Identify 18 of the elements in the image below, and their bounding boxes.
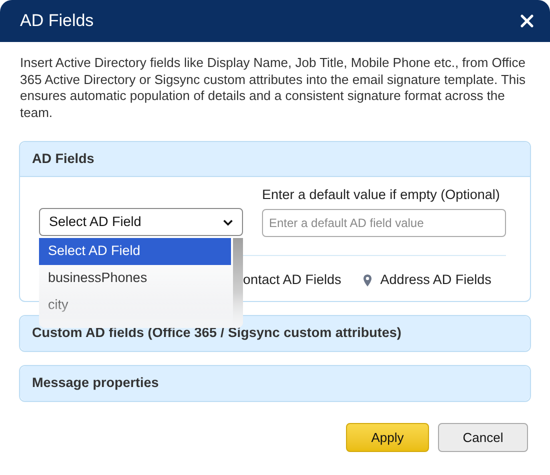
close-button[interactable]: [520, 14, 534, 28]
close-icon: [520, 14, 534, 28]
accordion-header[interactable]: Message properties: [20, 366, 530, 401]
fields-tab[interactable]: ontact AD Fields: [243, 270, 342, 290]
window-title: AD Fields: [20, 10, 94, 32]
dropdown-option[interactable]: city: [39, 292, 231, 319]
fields-tab[interactable]: Address AD Fields: [363, 270, 492, 290]
field-label: Enter a default value if empty (Optional): [262, 186, 500, 204]
chevron-down-icon: [223, 218, 233, 226]
description-text: Insert Active Directory fields like Display Name, Job Title, Mobile Phone etc., from Office 365 Active Directory or Sigsync custom attributes into the email signature template. This ensures automatic population of details and a consistent signature format across the team.: [19, 55, 527, 121]
cancel-button[interactable]: Cancel: [438, 423, 528, 452]
dropdown-option[interactable]: businessPhones: [39, 265, 231, 292]
accordion-header[interactable]: AD Fields: [20, 142, 530, 177]
ad-field-select[interactable]: Select AD Field: [39, 208, 243, 236]
default-value-field[interactable]: Enter a default AD field value: [262, 209, 506, 237]
apply-button[interactable]: Apply: [346, 423, 429, 452]
map-pin-icon: [363, 274, 372, 287]
dropdown-option[interactable]: Select AD Field: [39, 238, 231, 265]
